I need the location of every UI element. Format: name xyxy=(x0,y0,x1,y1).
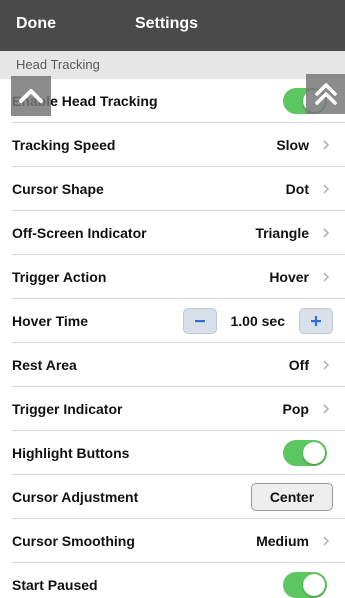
increment-button[interactable] xyxy=(299,308,333,334)
section-header-head-tracking: Head Tracking xyxy=(0,51,345,79)
row-enable-head-tracking: Enable Head Tracking xyxy=(0,79,345,123)
row-cursor-adjustment: Cursor Adjustment Center xyxy=(0,475,345,519)
row-label: Start Paused xyxy=(12,577,98,593)
decrement-button[interactable] xyxy=(182,308,217,334)
row-value: Slow xyxy=(276,137,309,153)
double-chevron-up-icon xyxy=(314,83,337,105)
row-cursor-smoothing[interactable]: Cursor Smoothing Medium xyxy=(0,519,345,563)
plus-icon xyxy=(311,316,321,326)
page-title: Settings xyxy=(134,15,199,32)
row-label: Cursor Adjustment xyxy=(12,489,139,505)
chevron-right-icon xyxy=(323,536,330,546)
row-label: Cursor Smoothing xyxy=(12,533,135,549)
row-value: Off xyxy=(288,357,309,373)
row-start-paused: Start Paused xyxy=(0,563,345,598)
row-label: Off-Screen Indicator xyxy=(12,225,147,241)
row-off-screen-indicator[interactable]: Off-Screen Indicator Triangle xyxy=(0,211,345,255)
row-label: Hover Time xyxy=(12,313,88,329)
row-label: Highlight Buttons xyxy=(12,445,130,461)
scroll-up-button[interactable] xyxy=(11,76,51,116)
scroll-to-top-button[interactable] xyxy=(306,74,345,114)
row-cursor-shape[interactable]: Cursor Shape Dot xyxy=(0,167,345,211)
row-label: Cursor Shape xyxy=(12,181,104,197)
row-rest-area[interactable]: Rest Area Off xyxy=(0,343,345,387)
row-label: Tracking Speed xyxy=(12,137,116,153)
row-value: Dot xyxy=(285,181,309,197)
row-tracking-speed[interactable]: Tracking Speed Slow xyxy=(0,123,345,167)
row-label: Trigger Indicator xyxy=(12,401,123,417)
hover-time-value: 1.00 sec xyxy=(230,313,286,329)
chevron-right-icon xyxy=(323,228,330,238)
row-label: Trigger Action xyxy=(12,269,107,285)
chevron-right-icon xyxy=(323,140,330,150)
chevron-right-icon xyxy=(323,360,330,370)
center-button[interactable]: Center xyxy=(251,483,333,511)
highlight-buttons-toggle[interactable] xyxy=(283,440,327,466)
toggle-knob xyxy=(303,442,325,464)
row-label: Rest Area xyxy=(12,357,77,373)
chevron-right-icon xyxy=(323,272,330,282)
settings-list: Enable Head Tracking Tracking Speed Slow… xyxy=(0,79,345,598)
row-trigger-action[interactable]: Trigger Action Hover xyxy=(0,255,345,299)
chevron-right-icon xyxy=(323,184,330,194)
row-trigger-indicator[interactable]: Trigger Indicator Pop xyxy=(0,387,345,431)
row-value: Hover xyxy=(269,269,309,285)
row-hover-time: Hover Time 1.00 sec xyxy=(0,299,345,343)
chevron-up-icon xyxy=(19,89,43,103)
row-value: Triangle xyxy=(255,225,309,241)
row-highlight-buttons: Highlight Buttons xyxy=(0,431,345,475)
row-label: Enable Head Tracking xyxy=(12,93,158,109)
start-paused-toggle[interactable] xyxy=(283,572,327,598)
navigation-bar: Done Settings xyxy=(0,0,345,51)
minus-icon xyxy=(194,320,205,323)
chevron-right-icon xyxy=(323,404,330,414)
row-value: Medium xyxy=(256,533,309,549)
row-value: Pop xyxy=(282,401,309,417)
toggle-knob xyxy=(303,574,325,596)
